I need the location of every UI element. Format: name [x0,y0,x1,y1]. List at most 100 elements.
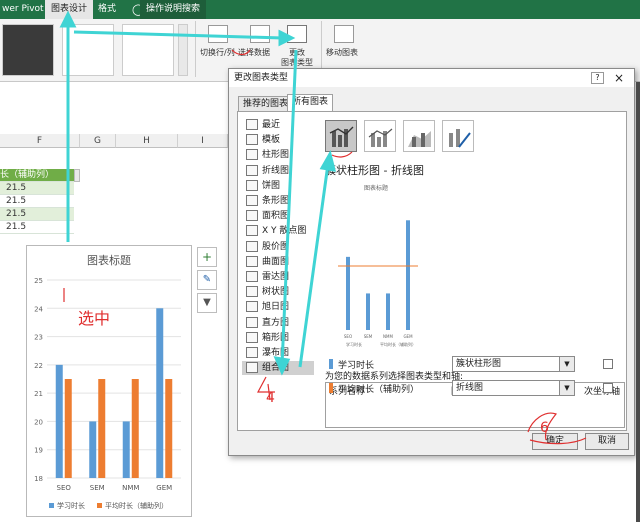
col-header-f[interactable]: F [0,134,80,148]
tab-all-charts[interactable]: 所有图表 [287,94,334,111]
tab-chart-design[interactable]: 图表设计 [45,0,94,19]
chart-category-item[interactable]: 雷达图 [246,270,289,284]
ok-button[interactable]: 确定 [532,433,578,450]
chart-category-item[interactable]: 股价图 [246,240,289,254]
switch-row-col-icon[interactable] [208,25,228,43]
tab-power-pivot[interactable]: wer Pivot [0,0,50,19]
chart-category-label: 面积图 [262,211,290,222]
chart-category-item[interactable]: X Y 散点图 [246,224,306,238]
move-chart-button[interactable]: 移动图表 [326,47,358,58]
chart-category-label: 模板 [262,135,281,146]
chart-category-icon [246,316,258,328]
bar-study-time[interactable] [156,308,164,478]
legend-average-time: 平均时长（辅助列） [105,501,168,510]
y-tick-label: 24 [34,305,43,313]
chart-category-item[interactable]: 树状图 [246,285,289,299]
filter-button[interactable] [74,169,80,182]
help-icon[interactable]: ? [591,72,604,84]
chart-category-label: 条形图 [262,196,290,206]
header-cell[interactable]: 长（辅助列） [0,169,74,182]
chart-category-icon [246,164,258,176]
chart-category-icon [246,225,258,237]
custom-combo-svg [449,129,471,148]
chart-category-icon [246,255,258,267]
move-chart-icon[interactable] [334,25,354,43]
chart-category-item[interactable]: 箱形图 [246,331,289,345]
custom-combo-icon[interactable] [442,120,474,152]
chart-style-thumb-3[interactable] [122,24,174,76]
tab-format[interactable]: 格式 [92,0,122,19]
bar-average-time[interactable] [165,379,173,478]
chart-style-brush-icon[interactable]: ✎ [197,270,217,290]
chart-category-item[interactable]: 模板 [246,133,280,147]
x-tick-label: NMM [122,484,139,492]
chart-category-label: 股价图 [262,241,290,252]
chart-category-item[interactable]: 瀑布图 [246,346,289,360]
x-tick-label: SEM [90,484,105,492]
series2-type-dropdown[interactable]: 折线图 ▼ [452,380,575,396]
bar-study-time[interactable] [122,421,130,478]
select-data-button[interactable]: 选择数据 [238,47,270,58]
chart-category-item[interactable]: 条形图 [246,194,289,208]
chevron-down-icon: ▼ [559,381,574,395]
preview-bar [386,293,390,330]
styles-scroll[interactable] [178,24,188,76]
chart-category-item[interactable]: 最近 [246,118,280,132]
col-header-g[interactable]: G [80,134,116,148]
bar-average-time[interactable] [131,379,139,478]
col-header-i[interactable]: I [178,134,228,148]
combo-secondary-axis-icon[interactable] [364,120,396,152]
cancel-button[interactable]: 取消 [585,433,629,450]
change-chart-type-icon[interactable] [287,25,307,43]
chart-category-icon [246,240,258,252]
bar-average-time[interactable] [64,379,72,478]
divider [195,21,196,77]
combo-column-line-icon[interactable] [325,120,357,152]
preview-x-label: SEM [364,334,373,339]
chart-category-item[interactable]: 直方图 [246,316,289,330]
chart-category-item[interactable]: 组合图 [242,361,314,376]
chart-area[interactable]: 图表标题 18 19 20 21 22 23 24 25 SEO SEM NMM GEM 学习时长 平均时长… [26,245,192,517]
bar-average-time[interactable] [98,379,106,478]
chart-category-label: 曲面图 [262,256,290,267]
ribbon-tabbar: wer Pivot 图表设计 格式 ◯ 操作说明搜索 [0,0,640,19]
chart-category-icon [246,210,258,222]
select-data-icon[interactable] [250,25,270,43]
combo-area-column-icon[interactable] [403,120,435,152]
series2-secondary-axis-checkbox[interactable] [603,383,613,393]
chart-svg: 图表标题 18 19 20 21 22 23 24 25 SEO SEM NMM GEM 学习时长 平均时长… [34,253,181,510]
chart-category-item[interactable]: 饼图 [246,179,280,193]
chart-elements-plus-icon[interactable]: + [197,247,217,267]
tab-recommended-charts[interactable]: 推荐的图表 [238,96,294,111]
chart-category-icon [246,301,258,313]
chart-category-label: 柱形图 [262,150,290,161]
bar-study-time[interactable] [55,364,63,478]
chart-category-item[interactable]: 曲面图 [246,255,289,269]
chart-category-label: 直方图 [262,317,290,328]
right-edge [636,82,640,522]
chart-category-label: X Y 散点图 [262,226,307,237]
legend-swatch-average [97,503,102,508]
col-header-h[interactable]: H [116,134,178,148]
help-search[interactable]: 操作说明搜索 [140,0,207,19]
chart-category-item[interactable]: 旭日图 [246,300,289,314]
value-cell[interactable]: 21.5 [0,221,74,234]
subtype-title: 簇状柱形图 - 折线图 [325,164,424,177]
value-cell[interactable]: 21.5 [0,182,74,195]
chart-style-thumb-2[interactable] [62,24,114,76]
chart-style-thumb-1[interactable] [2,24,54,76]
chart-category-icon [246,134,258,146]
chart-category-item[interactable]: 柱形图 [246,148,289,162]
close-icon[interactable]: × [611,71,627,85]
series1-type-dropdown[interactable]: 簇状柱形图 ▼ [452,356,575,372]
series1-secondary-axis-checkbox[interactable] [603,359,613,369]
chart-filter-funnel-icon[interactable]: ▼ [197,293,217,313]
chart-category-item[interactable]: 折线图 [246,164,289,178]
value-cell[interactable]: 21.5 [0,208,74,221]
series2-color-swatch [329,383,333,393]
switch-row-col-button[interactable]: 切换行/列 [200,47,235,58]
value-cell[interactable]: 21.5 [0,195,74,208]
chart-category-item[interactable]: 面积图 [246,209,289,223]
bar-study-time[interactable] [89,421,97,478]
change-chart-type-label2[interactable]: 图表类型 [281,57,313,68]
